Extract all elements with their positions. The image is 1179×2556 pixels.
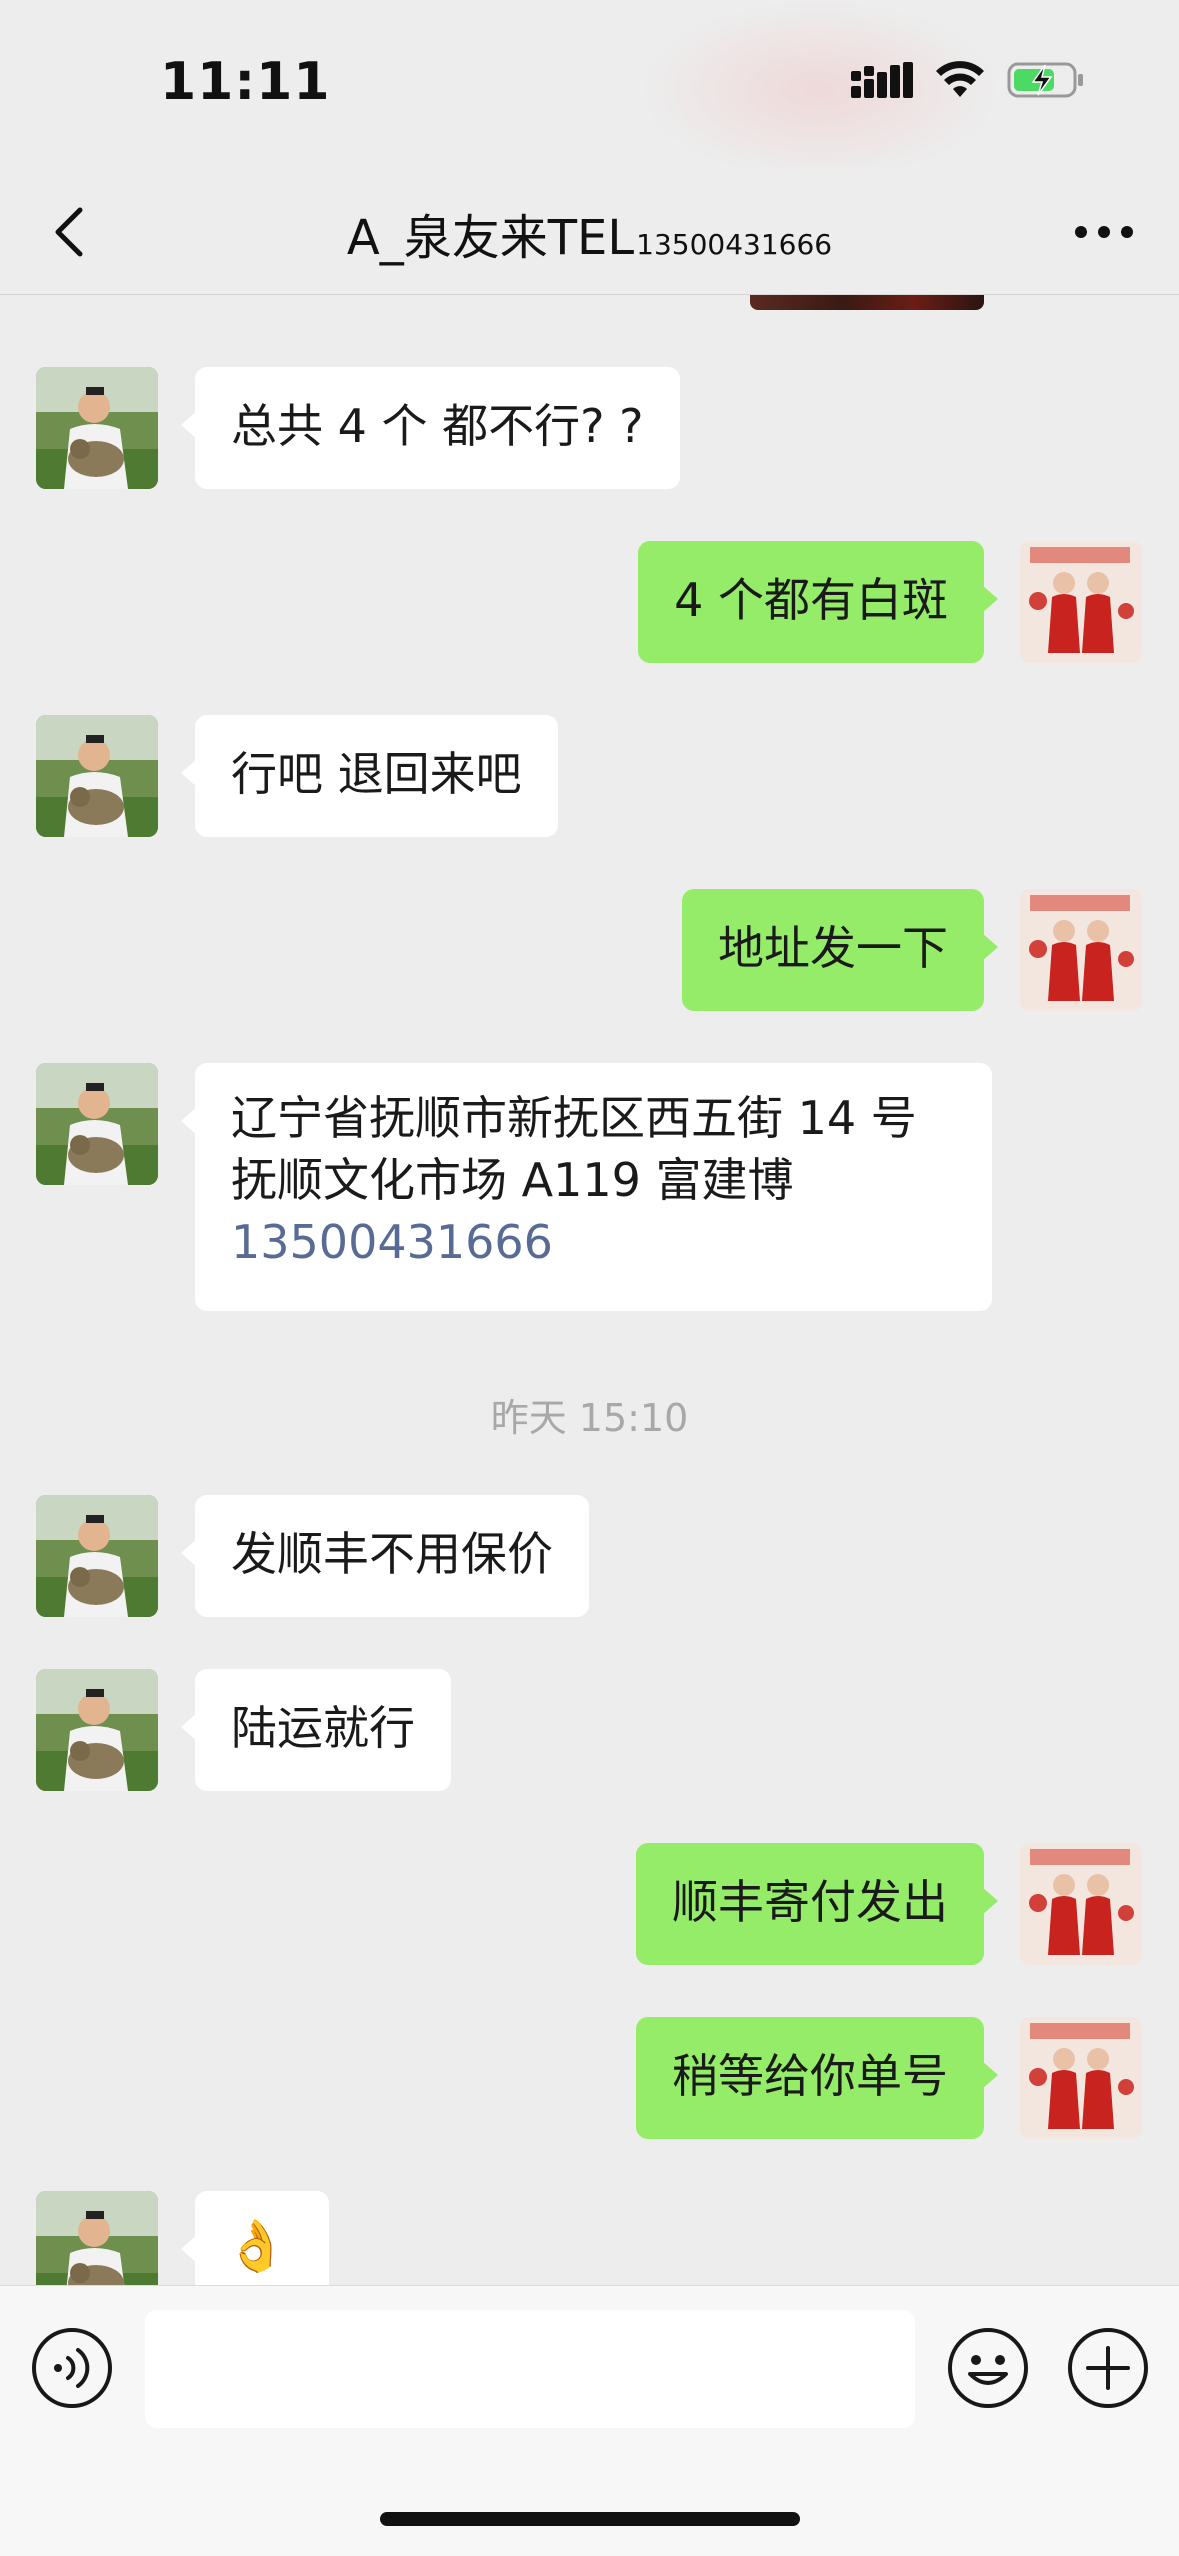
message-bubble-incoming[interactable]: 辽宁省抚顺市新抚区西五街 14 号 抚顺文化市场 A119 富建博 135004…: [181, 1063, 992, 1311]
signal-icon: [851, 62, 913, 98]
chat-header: A_泉友来TEL13500431666: [0, 170, 1179, 295]
message-bubble-outgoing[interactable]: 稍等给你单号: [636, 2017, 998, 2139]
avatar-contact-image: [36, 2191, 158, 2285]
more-dots-icon[interactable]: [1069, 206, 1139, 258]
avatar-contact[interactable]: [36, 367, 158, 489]
message-text: 顺丰寄付发出: [672, 1875, 948, 1929]
message-bubble-incoming[interactable]: 陆运就行: [181, 1669, 451, 1791]
avatar-self[interactable]: [1020, 1843, 1142, 1965]
message-bubble-outgoing[interactable]: 4 个都有白斑: [638, 541, 998, 663]
avatar-self-image: [1020, 1843, 1142, 1965]
message-bubble-incoming[interactable]: 👌: [181, 2191, 329, 2285]
chat-title-phone: 13500431666: [636, 228, 833, 261]
chat-title[interactable]: A_泉友来TEL13500431666: [0, 198, 1179, 268]
message-text-line: 辽宁省抚顺市新抚区西五街 14 号: [231, 1091, 917, 1145]
home-indicator[interactable]: [380, 2512, 800, 2526]
message-list[interactable]: 总共 4 个 都不行? ? 4 个都有白斑 行吧 退回来吧 地址发一下 辽宁省抚…: [0, 295, 1179, 2285]
avatar-self-image: [1020, 541, 1142, 663]
chat-title-name: A_泉友来TEL: [346, 210, 635, 266]
avatar-contact-image: [36, 715, 158, 837]
avatar-contact[interactable]: [36, 1669, 158, 1791]
wifi-icon: [936, 61, 984, 97]
avatar-contact[interactable]: [36, 1063, 158, 1185]
avatar-contact[interactable]: [36, 2191, 158, 2285]
message-text: 4 个都有白斑: [674, 573, 948, 627]
message-bubble-incoming[interactable]: 总共 4 个 都不行? ?: [181, 367, 680, 489]
message-bubble-outgoing[interactable]: 地址发一下: [682, 889, 998, 1011]
status-time: 11:11: [160, 52, 331, 112]
message-text: 地址发一下: [718, 921, 948, 975]
plus-icon[interactable]: [1066, 2326, 1150, 2410]
voice-icon[interactable]: [30, 2326, 114, 2410]
message-text: 陆运就行: [231, 1701, 415, 1755]
emoji-icon[interactable]: [946, 2326, 1030, 2410]
message-bubble-incoming[interactable]: 行吧 退回来吧: [181, 715, 558, 837]
input-bar: [0, 2285, 1179, 2556]
avatar-self[interactable]: [1020, 2017, 1142, 2139]
message-text-line: 抚顺文化市场 A119 富建博: [231, 1153, 794, 1207]
status-bar: 11:11: [0, 0, 1179, 170]
message-text: 行吧 退回来吧: [231, 747, 522, 801]
avatar-self[interactable]: [1020, 541, 1142, 663]
message-bubble-incoming[interactable]: 发顺丰不用保价: [181, 1495, 589, 1617]
image-message-clipped[interactable]: [750, 295, 984, 310]
avatar-contact-image: [36, 1495, 158, 1617]
avatar-contact[interactable]: [36, 715, 158, 837]
avatar-self[interactable]: [1020, 889, 1142, 1011]
battery-charging-icon: [1007, 62, 1083, 98]
ok-hand-emoji: 👌: [225, 2217, 288, 2275]
avatar-self-image: [1020, 2017, 1142, 2139]
message-text: 发顺丰不用保价: [231, 1527, 553, 1581]
timestamp: 昨天 15:10: [490, 1396, 689, 1440]
avatar-self-image: [1020, 889, 1142, 1011]
avatar-contact[interactable]: [36, 1495, 158, 1617]
message-text: 总共 4 个 都不行? ?: [231, 399, 644, 453]
phone-number-link[interactable]: 13500431666: [231, 1211, 956, 1273]
message-bubble-outgoing[interactable]: 顺丰寄付发出: [636, 1843, 998, 1965]
message-text: 稍等给你单号: [672, 2049, 948, 2103]
avatar-contact-image: [36, 367, 158, 489]
status-icons: [851, 60, 1087, 100]
message-input[interactable]: [145, 2310, 915, 2428]
avatar-contact-image: [36, 1669, 158, 1791]
avatar-contact-image: [36, 1063, 158, 1185]
chat-screen: 11:11 A_泉友来TEL13500431666 总共 4 个 都不行? ? …: [0, 0, 1179, 2556]
